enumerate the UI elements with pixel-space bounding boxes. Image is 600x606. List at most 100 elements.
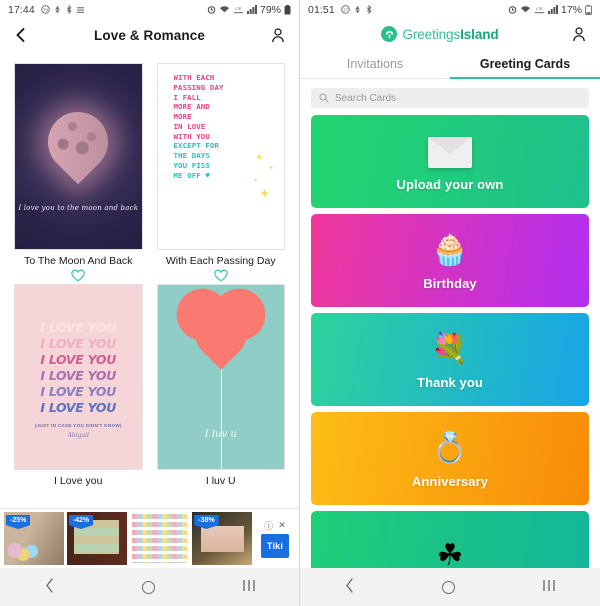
search-placeholder: Search Cards bbox=[335, 92, 397, 104]
info-icon[interactable]: ⓘ bbox=[264, 519, 273, 532]
card-caption: To The Moon And Back bbox=[24, 254, 133, 267]
search-icon bbox=[319, 93, 329, 103]
card-caption: With Each Passing Day bbox=[165, 254, 276, 267]
heart-outline-icon[interactable] bbox=[214, 269, 228, 284]
category-tile-list[interactable]: Upload your own 🧁 Birthday 💐 Thank you 💍… bbox=[300, 115, 600, 568]
page-title: Love & Romance bbox=[94, 27, 205, 43]
tile-upload-your-own[interactable]: Upload your own bbox=[311, 115, 589, 208]
card-line: ME OFF ♥ bbox=[173, 170, 210, 180]
status-bar: 01:51 17 LTE 17% bbox=[300, 0, 600, 19]
tile-st-patricks[interactable]: ☘ bbox=[311, 511, 589, 568]
tile-anniversary[interactable]: 💍 Anniversary bbox=[311, 412, 589, 505]
card-line: I LOVE YOU bbox=[40, 383, 117, 399]
ad-banner[interactable]: -25% -42% -38% ⓘ ✕ Tiki bbox=[0, 508, 299, 568]
tab-greeting-cards[interactable]: Greeting Cards bbox=[450, 49, 600, 79]
status-time: 01:51 bbox=[308, 3, 335, 16]
card-script-text: I love you to the moon and back bbox=[18, 203, 139, 212]
person-icon[interactable] bbox=[569, 24, 589, 44]
badge-icon: 17 bbox=[341, 5, 350, 14]
lte-icon: LTE bbox=[534, 5, 545, 14]
brand-name: GreetingsIsland bbox=[402, 26, 499, 42]
card-grid: I love you to the moon and back To The M… bbox=[0, 51, 299, 487]
battery-icon bbox=[284, 4, 291, 15]
signal-icon bbox=[547, 5, 558, 14]
heart-balloon-icon bbox=[183, 295, 258, 370]
card-thumbnail-passing-day[interactable]: WITH EACH PASSING DAY I FALL MORE AND MO… bbox=[156, 63, 285, 250]
card-cell[interactable]: WITH EACH PASSING DAY I FALL MORE AND MO… bbox=[156, 63, 285, 284]
envelope-icon bbox=[428, 131, 472, 173]
ad-thumbnail[interactable] bbox=[129, 512, 190, 565]
card-line: THE DAYS bbox=[173, 151, 210, 161]
card-thumbnail-i-love-you[interactable]: I LOVE YOU I LOVE YOU I LOVE YOU I LOVE … bbox=[14, 283, 143, 471]
battery-icon bbox=[585, 4, 592, 15]
svg-text:LTE: LTE bbox=[235, 7, 242, 11]
bluetooth-icon bbox=[365, 5, 373, 14]
battery-level: 17% bbox=[560, 3, 582, 16]
ad-discount-badge: -38% bbox=[194, 515, 219, 529]
card-line: IN LOVE bbox=[173, 121, 206, 131]
person-icon[interactable] bbox=[268, 25, 288, 45]
tile-thank-you[interactable]: 💐 Thank you bbox=[311, 313, 589, 406]
card-caption: I luv U bbox=[205, 475, 236, 488]
card-grid-container[interactable]: I love you to the moon and back To The M… bbox=[0, 51, 299, 568]
tab-invitations[interactable]: Invitations bbox=[300, 49, 450, 78]
status-time: 17:44 bbox=[8, 3, 35, 16]
android-navigation-bar bbox=[300, 568, 600, 606]
ad-controls: ⓘ ✕ Tiki bbox=[255, 512, 295, 565]
lte-icon: LTE bbox=[233, 5, 244, 14]
nav-back-icon[interactable] bbox=[44, 578, 55, 596]
sparkle-icon: ✦ bbox=[259, 185, 270, 201]
card-signature: Abigail bbox=[67, 431, 89, 439]
ad-discount-badge: -42% bbox=[68, 515, 94, 529]
svg-text:79: 79 bbox=[43, 7, 49, 12]
signal-icon bbox=[246, 5, 257, 14]
status-bar: 17:44 79 LTE 79% bbox=[0, 0, 299, 19]
nav-recents-icon[interactable] bbox=[542, 579, 556, 595]
sparkle-icon: ✦ bbox=[252, 177, 258, 184]
card-thumbnail-moon[interactable]: I love you to the moon and back bbox=[14, 63, 143, 250]
bluetooth-icon bbox=[65, 5, 73, 14]
svg-text:LTE: LTE bbox=[536, 7, 543, 11]
search-input[interactable]: Search Cards bbox=[311, 88, 589, 108]
menu-icon bbox=[76, 6, 85, 14]
flowers-icon: 💐 bbox=[431, 333, 469, 366]
svg-text:17: 17 bbox=[343, 7, 349, 12]
close-icon[interactable]: ✕ bbox=[278, 520, 286, 531]
ad-thumbnail[interactable]: -42% bbox=[66, 512, 127, 565]
right-screen: 01:51 17 LTE 17% GreetingsIsland Invitat… bbox=[300, 0, 600, 606]
nav-recents-icon[interactable] bbox=[242, 579, 256, 595]
card-line: I LOVE YOU bbox=[40, 399, 117, 415]
tab-bar: Invitations Greeting Cards bbox=[300, 49, 600, 79]
card-cell[interactable]: I LOVE YOU I LOVE YOU I LOVE YOU I LOVE … bbox=[14, 283, 143, 488]
search-container: Search Cards bbox=[300, 79, 600, 115]
tile-birthday[interactable]: 🧁 Birthday bbox=[311, 214, 589, 307]
balloon-string bbox=[220, 362, 222, 470]
badge-icon: 79 bbox=[41, 5, 50, 14]
shamrock-icon: ☘ bbox=[436, 538, 464, 568]
heart-outline-icon[interactable] bbox=[71, 269, 85, 284]
app-header: Love & Romance bbox=[0, 19, 299, 51]
card-thumbnail-heart-balloon[interactable]: I luv u bbox=[156, 283, 285, 471]
nav-home-icon[interactable] bbox=[441, 580, 455, 594]
nav-home-icon[interactable] bbox=[141, 580, 155, 594]
left-screen: 17:44 79 LTE 79% Love & Romance I love y… bbox=[0, 0, 300, 606]
sparkle-icon: ✦ bbox=[268, 164, 274, 172]
back-arrow-icon[interactable] bbox=[11, 25, 31, 45]
ad-thumbnail[interactable]: -25% bbox=[4, 512, 64, 565]
card-cell[interactable]: I luv u I luv U bbox=[156, 283, 285, 488]
sparkle-icon: ✦ bbox=[254, 151, 264, 164]
ad-advertiser-logo[interactable]: Tiki bbox=[261, 534, 289, 558]
card-caption: I Love you bbox=[54, 475, 103, 488]
card-line: WITH EACH bbox=[173, 73, 215, 82]
nav-back-icon[interactable] bbox=[344, 578, 355, 596]
card-line: I LOVE YOU bbox=[40, 367, 117, 383]
app-header: GreetingsIsland bbox=[300, 19, 600, 49]
card-line: MORE bbox=[173, 112, 192, 122]
card-cell[interactable]: I love you to the moon and back To The M… bbox=[14, 63, 143, 284]
card-line: EXCEPT FOR bbox=[173, 141, 219, 151]
tile-label: Anniversary bbox=[411, 474, 489, 489]
ad-thumbnail[interactable]: -38% bbox=[192, 512, 252, 565]
card-line: MORE AND bbox=[173, 102, 210, 112]
wifi-icon bbox=[219, 5, 230, 14]
card-line: I LOVE YOU bbox=[40, 351, 117, 367]
